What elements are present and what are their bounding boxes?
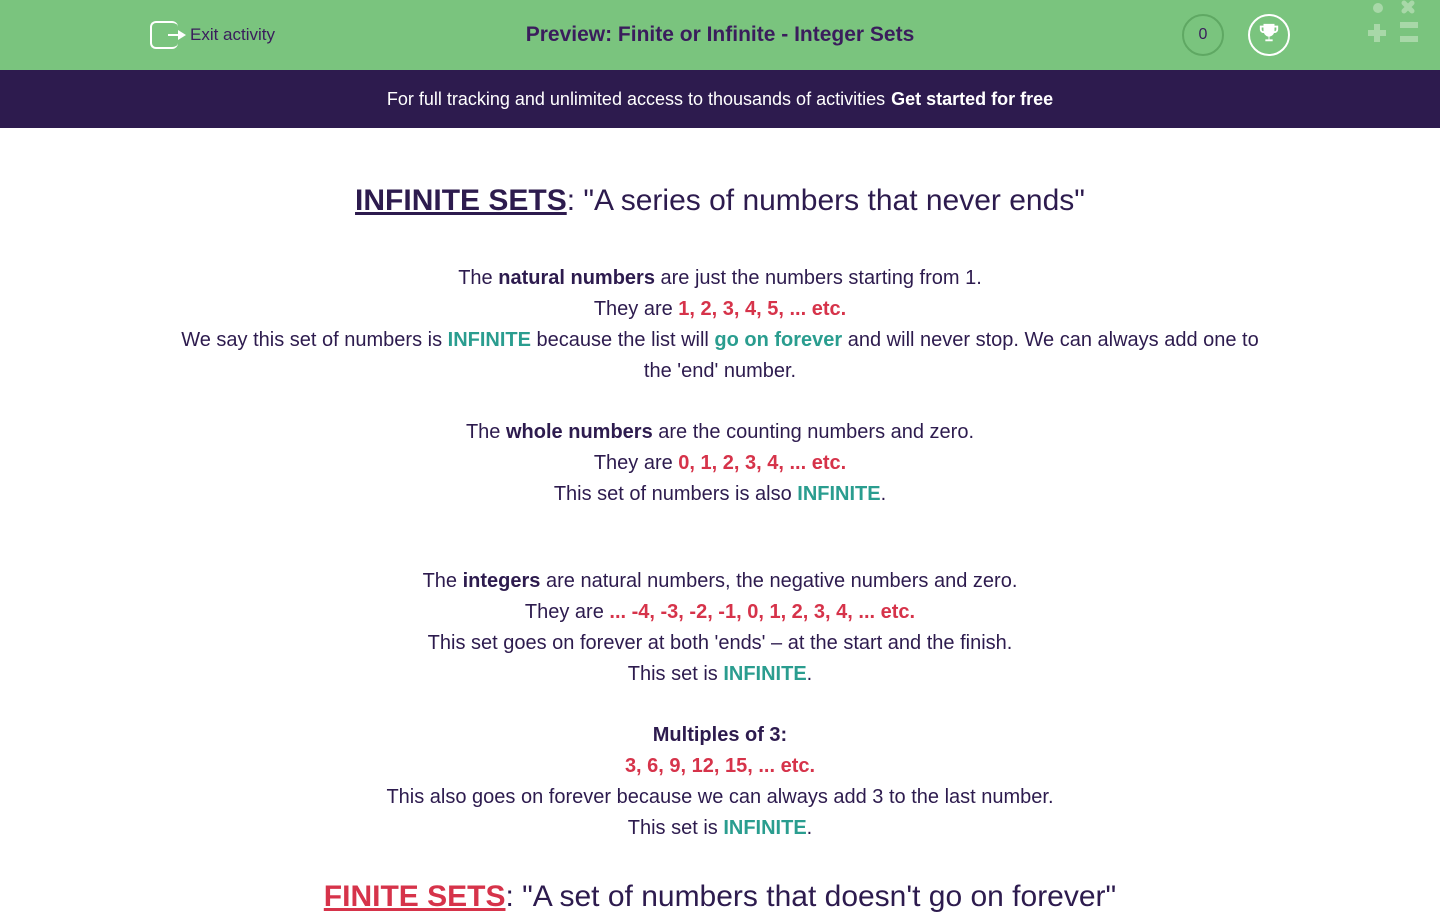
score-badge[interactable]: 0 — [1182, 14, 1224, 56]
whole-numbers-block: The whole numbers are the counting numbe… — [180, 417, 1260, 510]
natural-numbers-block: The natural numbers are just the numbers… — [180, 263, 1260, 387]
heading-term: INFINITE SETS — [355, 184, 567, 217]
page-title: Preview: Finite or Infinite - Integer Se… — [526, 23, 915, 47]
exit-icon — [150, 21, 178, 49]
corner-logo — [1360, 0, 1440, 55]
banner-cta: Get started for free — [891, 89, 1053, 110]
exit-activity-button[interactable]: Exit activity — [150, 21, 275, 49]
integers-block: The integers are natural numbers, the ne… — [180, 566, 1260, 690]
multiples-block: Multiples of 3: 3, 6, 9, 12, 15, ... etc… — [180, 720, 1260, 844]
header-right: 0 — [1182, 14, 1290, 56]
header: Exit activity Preview: Finite or Infinit… — [0, 0, 1440, 70]
infinite-sets-heading: INFINITE SETS: "A series of numbers that… — [180, 178, 1260, 225]
heading-definition: : "A series of numbers that never ends" — [567, 184, 1085, 217]
heading-term: FINITE SETS — [324, 880, 506, 913]
lesson-content: INFINITE SETS: "A series of numbers that… — [0, 128, 1440, 920]
banner-text: For full tracking and unlimited access t… — [387, 89, 885, 110]
promo-banner[interactable]: For full tracking and unlimited access t… — [0, 70, 1440, 128]
exit-label: Exit activity — [190, 25, 275, 45]
finite-sets-heading: FINITE SETS: "A set of numbers that does… — [180, 874, 1260, 920]
trophy-icon — [1258, 22, 1280, 49]
trophy-button[interactable] — [1248, 14, 1290, 56]
heading-definition: : "A set of numbers that doesn't go on f… — [505, 880, 1116, 913]
